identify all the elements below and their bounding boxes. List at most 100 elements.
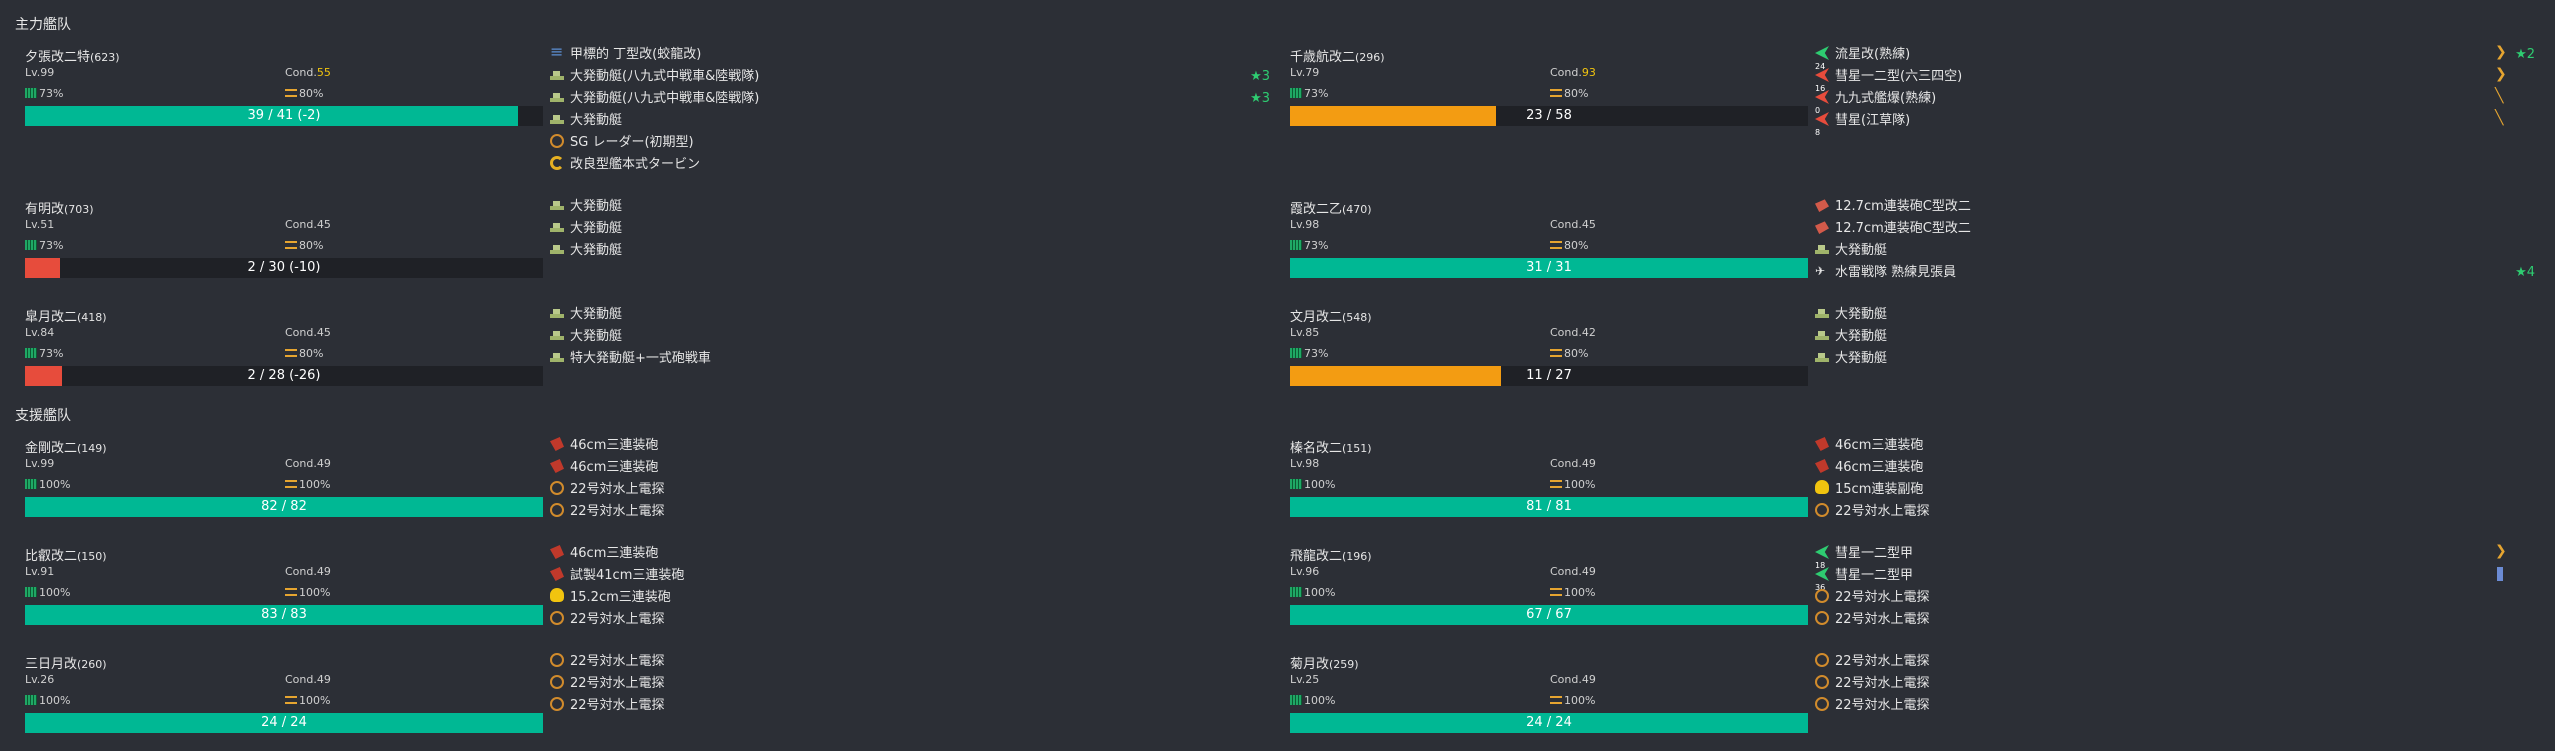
- equipment-name: 46cm三連装砲: [1835, 438, 1924, 453]
- equipment-slot[interactable]: 22号対水上電探: [1815, 609, 2535, 631]
- equipment-name: 22号対水上電探: [570, 676, 665, 691]
- equipment-slot[interactable]: 試製41cm三連装砲: [550, 565, 1270, 587]
- ship-name-text: 飛龍改二: [1290, 549, 1343, 564]
- equipment-slot[interactable]: 22号対水上電探: [1815, 673, 2535, 695]
- equipment-slot[interactable]: SG レーダー(初期型): [550, 132, 1270, 154]
- ship-condition: Cond.49: [285, 673, 331, 686]
- ship-name-text: 文月改二: [1290, 310, 1343, 325]
- ship-level: Lv.91: [25, 565, 55, 578]
- ammo-value: 100%: [1564, 694, 1596, 707]
- equipment-slot[interactable]: 大発動艇(八九式中戦車&陸戦隊) ★3: [550, 88, 1270, 110]
- equipment-slot[interactable]: 大発動艇(八九式中戦車&陸戦隊) ★3: [550, 66, 1270, 88]
- equipment-slot[interactable]: 46cm三連装砲: [1815, 435, 2535, 457]
- equipment-slot[interactable]: 甲標的 丁型改(蛟龍改): [550, 41, 1270, 66]
- hp-bar: 11 / 27: [1290, 366, 1808, 386]
- ship-card[interactable]: 比叡改二(150) Lv.91 Cond.49 100% 100% 83 / 83 46cm…: [15, 543, 1280, 643]
- ship-card[interactable]: 飛龍改二(196) Lv.96 Cond.49 100% 100% 67 / 67 18 彗星…: [1280, 543, 2545, 643]
- equipment-slot[interactable]: 15.2cm三連装砲: [550, 587, 1270, 609]
- equipment-list: 22号対水上電探 22号対水上電探 22号対水上電探: [550, 651, 1270, 717]
- ship-card[interactable]: 夕張改二特(623) Lv.99 Cond.55 73% 80% 39 / 41 (-2)…: [15, 41, 1280, 172]
- equipment-name: 46cm三連装砲: [570, 460, 659, 475]
- hp-text: 82 / 82: [261, 499, 307, 514]
- aircraft-proficiency-icon: ╲: [2495, 110, 2504, 126]
- equipment-slot[interactable]: 46cm三連装砲: [550, 543, 1270, 565]
- hp-text: 24 / 24: [1526, 715, 1572, 730]
- ship-condition: Cond.49: [1550, 673, 1596, 686]
- equipment-slot[interactable]: 大発動艇: [1815, 326, 2535, 348]
- equipment-slot[interactable]: 24 流星改(熟練) ★2: [1815, 44, 2535, 71]
- equipment-slot[interactable]: 大発動艇: [1815, 240, 2535, 262]
- equipment-slot[interactable]: 大発動艇: [550, 304, 1270, 326]
- ship-card[interactable]: 有明改(703) Lv.51 Cond.45 73% 80% 2 / 30 (-10) 大発…: [15, 196, 1280, 296]
- equipment-slot[interactable]: 22号対水上電探: [550, 501, 1270, 523]
- ship-card[interactable]: 千歳航改二(296) Lv.79 Cond.93 73% 80% 23 / 58 24 流星改…: [1280, 44, 2545, 144]
- ship-id: (623): [90, 51, 120, 64]
- equipment-slot[interactable]: 22号対水上電探: [550, 609, 1270, 631]
- equipment-slot[interactable]: 大発動艇: [550, 110, 1270, 132]
- equipment-slot[interactable]: 22号対水上電探: [1815, 501, 2535, 523]
- equipment-slot[interactable]: 大発動艇: [550, 196, 1270, 218]
- ship-condition: Cond.45: [1550, 218, 1596, 231]
- ship-card[interactable]: 菊月改(259) Lv.25 Cond.49 100% 100% 24 / 24 22号対水…: [1280, 651, 2545, 751]
- ammo-icon: [285, 89, 297, 97]
- ammo-value: 80%: [299, 239, 324, 252]
- equipment-slot[interactable]: 大発動艇: [550, 240, 1270, 262]
- equipment-name: 22号対水上電探: [570, 654, 665, 669]
- equipment-slot[interactable]: 18 彗星一二型甲: [1815, 543, 2535, 570]
- fuel-icon: [1290, 695, 1302, 705]
- ship-card[interactable]: 榛名改二(151) Lv.98 Cond.49 100% 100% 81 / 81 46cm…: [1280, 435, 2545, 535]
- fuel-status: 73%: [25, 347, 63, 360]
- hp-bar: 2 / 28 (-26): [25, 366, 543, 386]
- equipment-slot[interactable]: 大発動艇: [1815, 348, 2535, 370]
- ship-name-text: 有明改: [25, 202, 65, 217]
- hp-bar: 39 / 41 (-2): [25, 106, 543, 126]
- fuel-icon: [1290, 240, 1302, 250]
- equipment-name: 大発動艇(八九式中戦車&陸戦隊): [570, 69, 760, 84]
- equipment-slot[interactable]: 16 彗星一二型(六三四空): [1815, 66, 2535, 93]
- equipment-slot[interactable]: 大発動艇: [550, 326, 1270, 348]
- radar-icon: [550, 697, 564, 711]
- equipment-slot[interactable]: 大発動艇: [550, 218, 1270, 240]
- hp-bar: 31 / 31: [1290, 258, 1808, 278]
- equipment-list: 大発動艇 大発動艇 大発動艇: [550, 196, 1270, 262]
- fuel-value: 73%: [1304, 87, 1329, 100]
- equipment-slot[interactable]: 22号対水上電探: [1815, 695, 2535, 717]
- ship-id: (260): [77, 658, 107, 671]
- ship-name: 霞改二乙(470): [1290, 198, 1372, 217]
- hp-bar: 23 / 58: [1290, 106, 1808, 126]
- equipment-slot[interactable]: 22号対水上電探: [550, 673, 1270, 695]
- equipment-slot[interactable]: 22号対水上電探: [1815, 651, 2535, 673]
- equipment-slot[interactable]: 大発動艇: [1815, 304, 2535, 326]
- landing-icon: [1815, 350, 1829, 364]
- equipment-slot[interactable]: 0 九九式艦爆(熟練): [1815, 88, 2535, 115]
- equipment-slot[interactable]: 12.7cm連装砲C型改二: [1815, 218, 2535, 240]
- ammo-icon: [285, 480, 297, 488]
- equipment-slot[interactable]: 46cm三連装砲: [1815, 457, 2535, 479]
- equipment-slot[interactable]: 46cm三連装砲: [550, 457, 1270, 479]
- ship-card[interactable]: 皐月改二(418) Lv.84 Cond.45 73% 80% 2 / 28 (-26) 大…: [15, 304, 1280, 404]
- fuel-icon: [25, 479, 37, 489]
- equipment-slot[interactable]: 22号対水上電探: [550, 695, 1270, 717]
- equipment-list: 甲標的 丁型改(蛟龍改)大発動艇(八九式中戦車&陸戦隊)★3大発動艇(八九式中戦…: [550, 41, 1270, 176]
- hp-bar: 82 / 82: [25, 497, 543, 517]
- equipment-slot[interactable]: 特大発動艇+一式砲戦車: [550, 348, 1270, 370]
- equipment-slot[interactable]: 36 彗星一二型甲: [1815, 565, 2535, 592]
- equipment-slot[interactable]: 22号対水上電探: [550, 651, 1270, 673]
- equipment-slot[interactable]: 22号対水上電探: [1815, 587, 2535, 609]
- equipment-name: 46cm三連装砲: [570, 438, 659, 453]
- equipment-slot[interactable]: 15cm連装副砲: [1815, 479, 2535, 501]
- equipment-slot[interactable]: 改良型艦本式タービン: [550, 154, 1270, 176]
- equipment-slot[interactable]: 水雷戦隊 熟練見張員 ★4: [1815, 260, 2535, 284]
- ship-card[interactable]: 三日月改(260) Lv.26 Cond.49 100% 100% 24 / 24 22号対…: [15, 651, 1280, 751]
- ship-card[interactable]: 文月改二(548) Lv.85 Cond.42 73% 80% 11 / 27 大発動艇 大発…: [1280, 304, 2545, 404]
- cond-value: 45: [1581, 218, 1596, 231]
- ship-card[interactable]: 金剛改二(149) Lv.99 Cond.49 100% 100% 82 / 82 46cm…: [15, 435, 1280, 535]
- equipment-slot[interactable]: 22号対水上電探: [550, 479, 1270, 501]
- equipment-slot[interactable]: 8 彗星(江草隊): [1815, 110, 2535, 137]
- cond-value: 45: [316, 326, 331, 339]
- equipment-slot[interactable]: 12.7cm連装砲C型改二: [1815, 196, 2535, 218]
- ammo-status: 80%: [1550, 87, 1588, 100]
- equipment-slot[interactable]: 46cm三連装砲: [550, 435, 1270, 457]
- ship-card[interactable]: 霞改二乙(470) Lv.98 Cond.45 73% 80% 31 / 31 12.7cm…: [1280, 196, 2545, 296]
- proficiency-badge: ★2: [2515, 47, 2535, 62]
